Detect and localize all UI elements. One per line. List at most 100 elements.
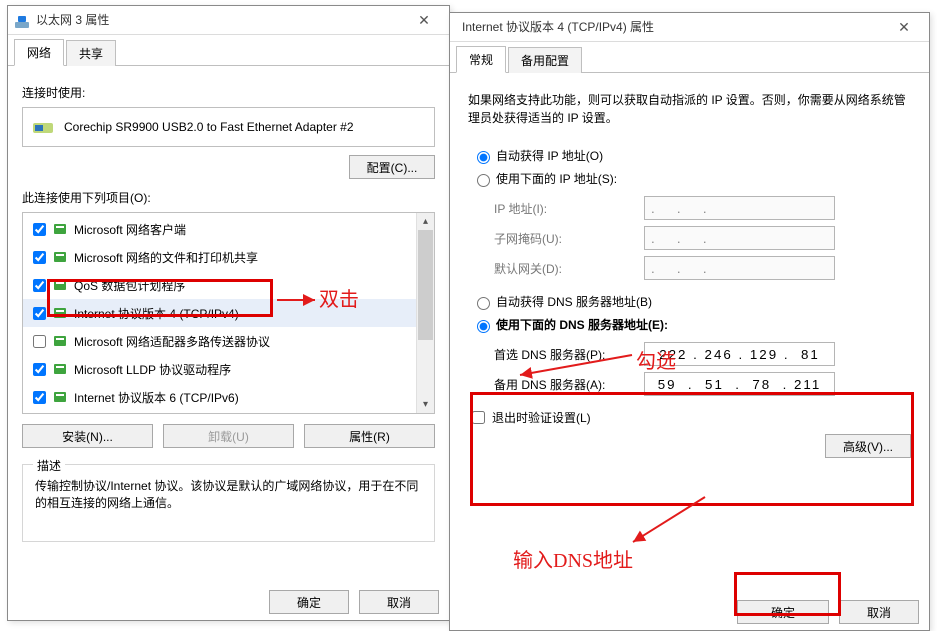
description-text: 传输控制协议/Internet 协议。该协议是默认的广域网络协议，用于在不同的相… (35, 477, 422, 511)
radio-auto-dns[interactable]: 自动获得 DNS 服务器地址(B) (472, 293, 911, 310)
preferred-dns-input[interactable] (644, 342, 835, 366)
scroll-up-icon[interactable]: ▴ (417, 213, 434, 230)
tabstrip: 常规 备用配置 (450, 46, 929, 73)
dialog-body: 如果网络支持此功能，则可以获取自动指派的 IP 设置。否则，你需要从网络系统管理… (450, 73, 929, 472)
help-text: 如果网络支持此功能，则可以获取自动指派的 IP 设置。否则，你需要从网络系统管理… (468, 91, 911, 127)
configure-button[interactable]: 配置(C)... (349, 155, 435, 179)
list-item[interactable]: Internet 协议版本 4 (TCP/IPv4) (23, 299, 416, 327)
dns-mode-group: 自动获得 DNS 服务器地址(B) 使用下面的 DNS 服务器地址(E): 首选… (472, 293, 911, 399)
dialog-body: 连接时使用: Corechip SR9900 USB2.0 to Fast Et… (8, 66, 449, 550)
scroll-down-icon[interactable]: ▾ (417, 396, 434, 413)
tab-general[interactable]: 常规 (456, 46, 506, 73)
radio-manual-ip-input[interactable] (477, 174, 490, 187)
radio-auto-dns-label: 自动获得 DNS 服务器地址(B) (496, 293, 652, 310)
item-checkbox[interactable] (33, 251, 46, 264)
dialog-title: Internet 协议版本 4 (TCP/IPv4) 属性 (456, 13, 885, 41)
list-item[interactable]: Internet 协议版本 6 (TCP/IPv6) (23, 383, 416, 411)
radio-manual-ip[interactable]: 使用下面的 IP 地址(S): (472, 170, 911, 187)
dialog-footer: 确定 取消 (737, 600, 919, 624)
connect-using-label: 连接时使用: (22, 84, 435, 101)
items-label: 此连接使用下列项目(O): (22, 189, 435, 206)
list-item[interactable]: 链路层拓扑发现响应程序 (23, 411, 416, 413)
item-label: Internet 协议版本 4 (TCP/IPv4) (74, 305, 239, 322)
description-group: 描述 传输控制协议/Internet 协议。该协议是默认的广域网络协议，用于在不… (22, 464, 435, 542)
alternate-dns-label: 备用 DNS 服务器(A): (494, 376, 644, 393)
protocol-icon (52, 305, 68, 321)
radio-auto-ip-label: 自动获得 IP 地址(O) (496, 147, 603, 164)
radio-manual-dns[interactable]: 使用下面的 DNS 服务器地址(E): (472, 316, 911, 333)
item-checkbox[interactable] (33, 335, 46, 348)
item-label: Microsoft LLDP 协议驱动程序 (74, 361, 231, 378)
radio-manual-ip-label: 使用下面的 IP 地址(S): (496, 170, 617, 187)
list-item[interactable]: Microsoft 网络客户端 (23, 215, 416, 243)
protocol-icon (52, 249, 68, 265)
tab-share[interactable]: 共享 (66, 40, 116, 66)
dialog-titlebar: 以太网 3 属性 ✕ (8, 6, 449, 35)
radio-auto-ip-input[interactable] (477, 151, 490, 164)
dialog-footer: 确定 取消 (269, 590, 439, 614)
ok-button[interactable]: 确定 (737, 600, 829, 624)
item-label: Microsoft 网络客户端 (74, 221, 186, 238)
scroll-thumb[interactable] (418, 230, 433, 340)
protocol-icon (52, 333, 68, 349)
protocol-icon (52, 361, 68, 377)
radio-manual-dns-label: 使用下面的 DNS 服务器地址(E): (496, 316, 668, 333)
install-button[interactable]: 安装(N)... (22, 424, 153, 448)
item-label: QoS 数据包计划程序 (74, 277, 185, 294)
validate-checkbox[interactable] (472, 411, 485, 424)
items-listbox[interactable]: Microsoft 网络客户端 Microsoft 网络的文件和打印机共享 QoS … (22, 212, 435, 414)
ok-button[interactable]: 确定 (269, 590, 349, 614)
ip-fields: IP 地址(I): 子网掩码(U): 默认网关(D): (494, 193, 911, 283)
description-label: 描述 (33, 457, 65, 474)
item-label: Microsoft 网络的文件和打印机共享 (74, 249, 258, 266)
tab-network[interactable]: 网络 (14, 39, 64, 66)
item-checkbox[interactable] (33, 223, 46, 236)
item-checkbox[interactable] (33, 363, 46, 376)
ip-mode-group: 自动获得 IP 地址(O) 使用下面的 IP 地址(S): IP 地址(I): … (472, 147, 911, 283)
subnet-mask-input (644, 226, 835, 250)
dialog-title: 以太网 3 属性 (36, 6, 405, 34)
scrollbar[interactable]: ▴ ▾ (416, 213, 434, 413)
close-icon[interactable]: ✕ (885, 15, 923, 39)
radio-manual-dns-input[interactable] (477, 320, 490, 333)
properties-button[interactable]: 属性(R) (304, 424, 435, 448)
close-icon[interactable]: ✕ (405, 8, 443, 32)
item-action-buttons: 安装(N)... 卸载(U) 属性(R) (22, 424, 435, 448)
uninstall-button: 卸载(U) (163, 424, 294, 448)
tab-alternate[interactable]: 备用配置 (508, 47, 582, 73)
cancel-button[interactable]: 取消 (359, 590, 439, 614)
radio-auto-dns-input[interactable] (477, 297, 490, 310)
preferred-dns-label: 首选 DNS 服务器(P): (494, 346, 644, 363)
dialog-titlebar: Internet 协议版本 4 (TCP/IPv4) 属性 ✕ (450, 13, 929, 42)
tabstrip: 网络 共享 (8, 39, 449, 66)
adapter-name: Corechip SR9900 USB2.0 to Fast Ethernet … (64, 120, 354, 134)
protocol-icon (52, 389, 68, 405)
item-checkbox[interactable] (33, 391, 46, 404)
adapter-display[interactable]: Corechip SR9900 USB2.0 to Fast Ethernet … (22, 107, 435, 147)
item-label: Internet 协议版本 6 (TCP/IPv6) (74, 389, 239, 406)
protocol-icon (52, 221, 68, 237)
validate-label: 退出时验证设置(L) (492, 409, 591, 426)
ipv4-properties-dialog: Internet 协议版本 4 (TCP/IPv4) 属性 ✕ 常规 备用配置 … (449, 12, 930, 631)
list-item[interactable]: QoS 数据包计划程序 (23, 271, 416, 299)
ethernet-properties-dialog: 以太网 3 属性 ✕ 网络 共享 连接时使用: Corechip SR9900 … (7, 5, 450, 621)
list-item[interactable]: Microsoft 网络适配器多路传送器协议 (23, 327, 416, 355)
subnet-mask-label: 子网掩码(U): (494, 230, 644, 247)
gateway-label: 默认网关(D): (494, 260, 644, 277)
item-label: Microsoft 网络适配器多路传送器协议 (74, 333, 270, 350)
list-item[interactable]: Microsoft LLDP 协议驱动程序 (23, 355, 416, 383)
radio-auto-ip[interactable]: 自动获得 IP 地址(O) (472, 147, 911, 164)
adapter-icon (32, 118, 54, 136)
protocol-icon (52, 277, 68, 293)
gateway-input (644, 256, 835, 280)
item-checkbox[interactable] (33, 307, 46, 320)
ethernet-icon (14, 12, 30, 28)
list-item[interactable]: Microsoft 网络的文件和打印机共享 (23, 243, 416, 271)
advanced-button[interactable]: 高级(V)... (825, 434, 911, 458)
validate-on-exit-row[interactable]: 退出时验证设置(L) (472, 409, 911, 426)
ip-address-label: IP 地址(I): (494, 200, 644, 217)
item-checkbox[interactable] (33, 279, 46, 292)
dns-fields: 首选 DNS 服务器(P): 备用 DNS 服务器(A): (494, 339, 911, 399)
alternate-dns-input[interactable] (644, 372, 835, 396)
cancel-button[interactable]: 取消 (839, 600, 919, 624)
